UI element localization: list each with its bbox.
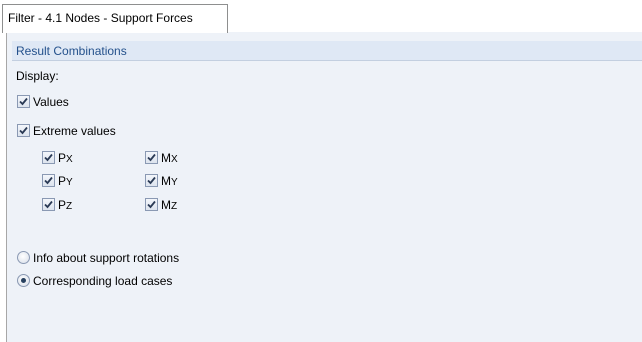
check-mark-icon: [44, 176, 53, 185]
section-header: Result Combinations: [12, 41, 642, 61]
pz-label: PZ: [58, 198, 73, 212]
check-mark-icon: [19, 126, 28, 135]
values-label: Values: [33, 95, 69, 109]
check-mark-icon: [44, 200, 53, 209]
tab-label: Filter - 4.1 Nodes - Support Forces: [8, 11, 193, 25]
display-label: Display:: [16, 69, 59, 83]
mz-label: MZ: [161, 198, 178, 212]
check-mark-icon: [147, 176, 156, 185]
check-mark-icon: [147, 200, 156, 209]
check-mark-icon: [147, 153, 156, 162]
section-title: Result Combinations: [16, 44, 127, 58]
py-label: PY: [58, 174, 73, 188]
check-mark-icon: [44, 153, 53, 162]
py-checkbox[interactable]: [42, 174, 55, 187]
mz-checkbox[interactable]: [145, 198, 158, 211]
pz-checkbox[interactable]: [42, 198, 55, 211]
extreme-values-label: Extreme values: [33, 124, 116, 138]
corresponding-load-cases-radio[interactable]: [17, 274, 30, 287]
my-checkbox[interactable]: [145, 174, 158, 187]
filter-panel: [6, 32, 642, 342]
my-label: MY: [161, 174, 178, 188]
check-mark-icon: [19, 97, 28, 106]
info-rotations-radio[interactable]: [17, 251, 30, 264]
values-checkbox[interactable]: [17, 95, 30, 108]
extreme-values-checkbox[interactable]: [17, 124, 30, 137]
filter-dialog: Filter - 4.1 Nodes - Support Forces Resu…: [0, 0, 642, 342]
px-checkbox[interactable]: [42, 151, 55, 164]
radio-selected-dot: [21, 278, 26, 283]
tab-filter-support-forces[interactable]: Filter - 4.1 Nodes - Support Forces: [2, 4, 228, 33]
corresponding-load-cases-label: Corresponding load cases: [33, 274, 173, 288]
mx-checkbox[interactable]: [145, 151, 158, 164]
mx-label: MX: [161, 151, 178, 165]
px-label: PX: [58, 151, 73, 165]
info-rotations-label: Info about support rotations: [33, 251, 180, 265]
